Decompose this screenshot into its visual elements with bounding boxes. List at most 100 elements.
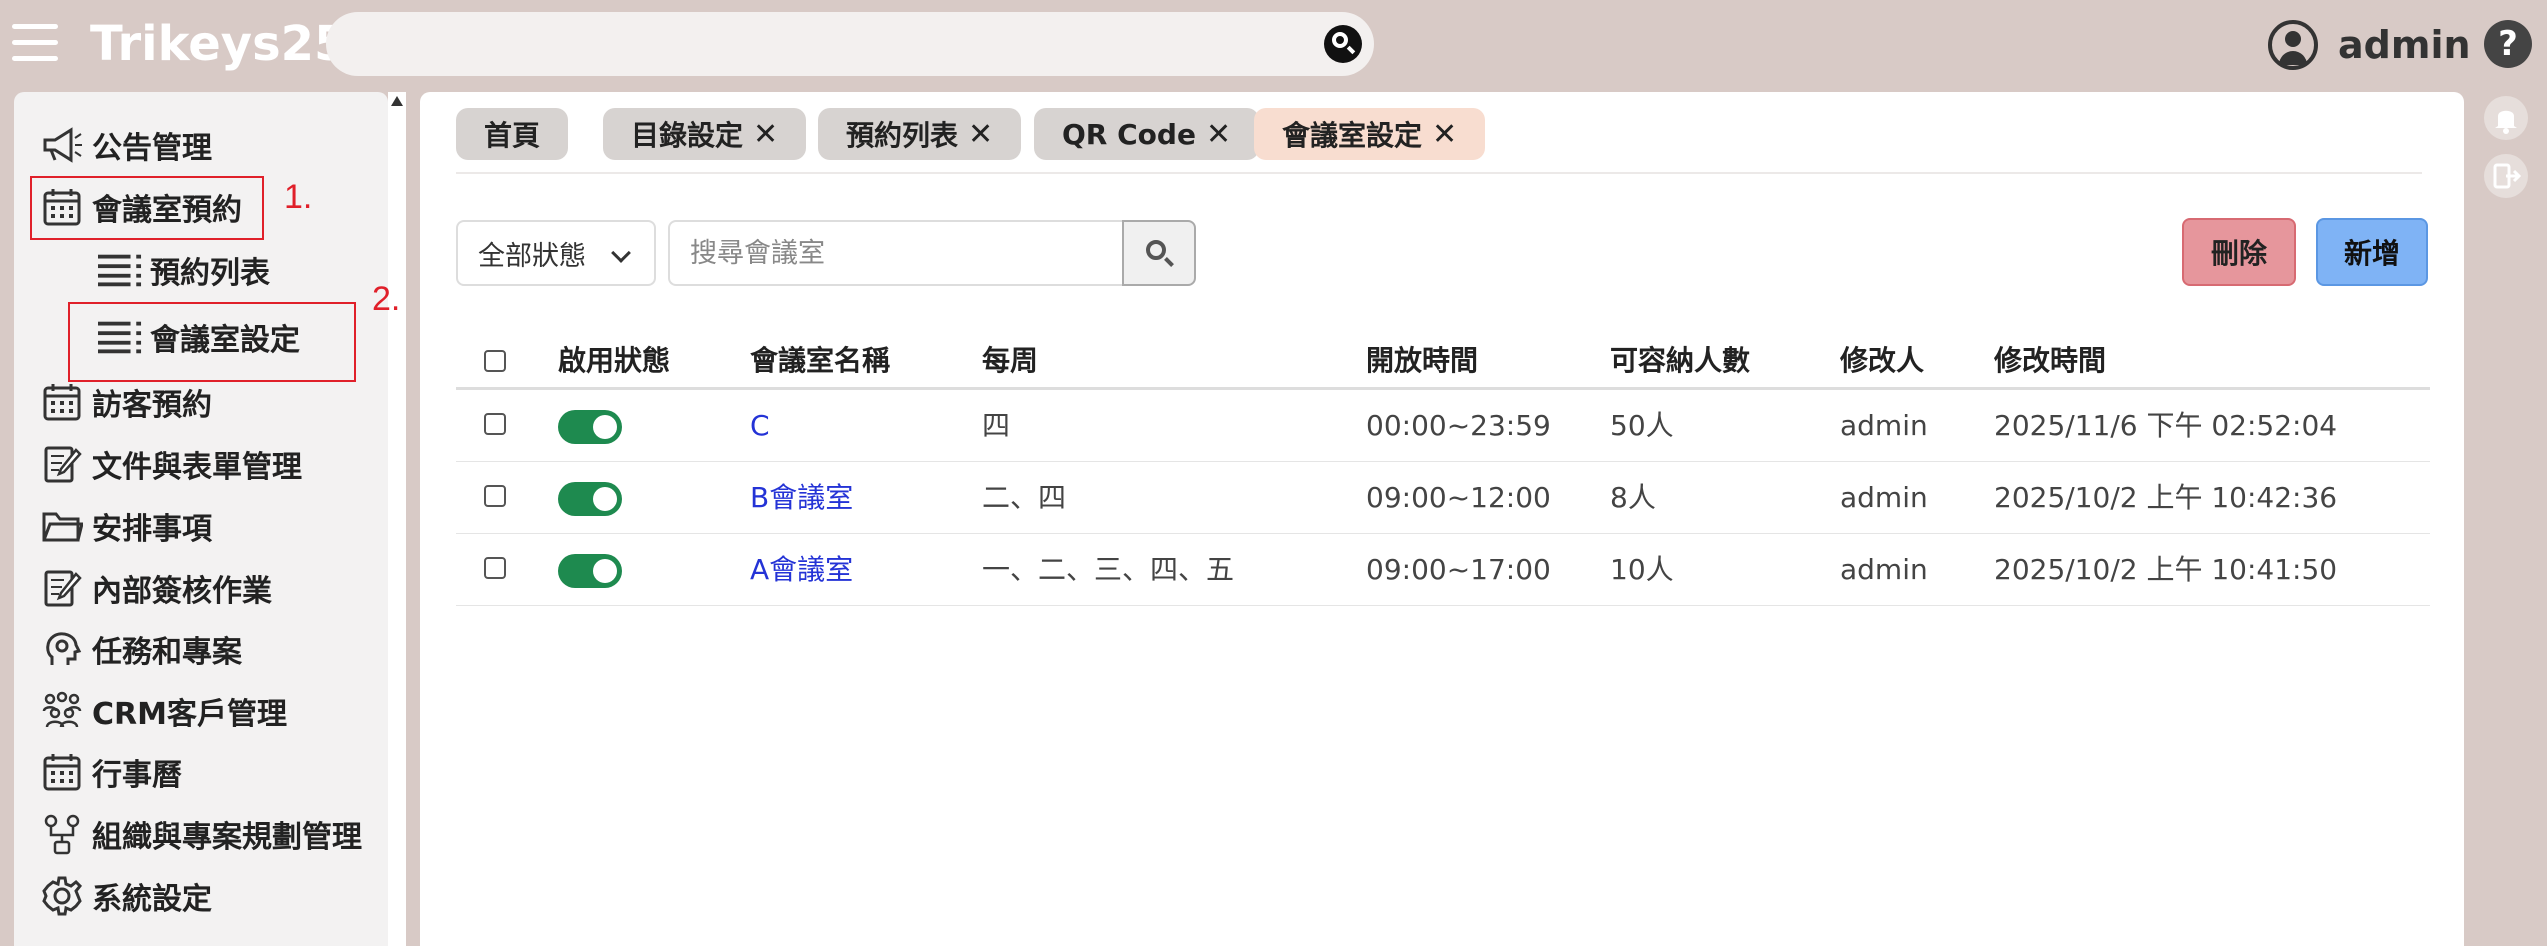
sidebar-item-scheduled-matters[interactable]: 安排事項 [40, 501, 212, 551]
sidebar-item-announcements[interactable]: 公告管理 [40, 120, 212, 170]
help-icon[interactable]: ? [2484, 20, 2532, 68]
modified-time-cell: 2025/11/6 下午 02:52:04 [1994, 409, 2338, 442]
tab-directory-settings[interactable]: 目錄設定 ✕ [603, 108, 807, 160]
sidebar-item-label: 會議室設定 [150, 323, 300, 358]
column-header-modified-time[interactable]: 修改時間 [1994, 332, 2106, 390]
enable-toggle[interactable] [558, 482, 622, 516]
global-search-bar[interactable] [326, 12, 1374, 76]
user-name[interactable]: admin [2338, 23, 2471, 67]
list-icon [98, 248, 142, 292]
weekdays-cell: 一、二、三、四、五 [982, 553, 1235, 586]
enable-toggle[interactable] [558, 410, 622, 444]
sidebar-item-tasks-projects[interactable]: 任務和專案 [40, 624, 242, 674]
sidebar-item-label: CRM客戶管理 [92, 697, 287, 732]
tab-qr-code[interactable]: QR Code ✕ [1034, 108, 1260, 160]
logout-icon[interactable] [2484, 154, 2528, 198]
search-button[interactable] [1122, 220, 1196, 286]
global-search-input[interactable] [350, 22, 1290, 66]
modifier-cell: admin [1840, 481, 1928, 514]
tab-label: 會議室設定 [1282, 119, 1423, 152]
modified-time-cell: 2025/10/2 上午 10:42:36 [1994, 481, 2338, 514]
capacity-cell: 8人 [1610, 481, 1656, 514]
user-menu[interactable]: admin [2268, 18, 2471, 72]
calendar-icon [40, 750, 84, 794]
sidebar-item-label: 內部簽核作業 [92, 574, 272, 609]
room-name-link[interactable]: A會議室 [750, 534, 853, 606]
people-icon [40, 689, 84, 733]
sidebar-item-booking-list[interactable]: 預約列表 [98, 245, 270, 295]
tab-label: 預約列表 [846, 119, 959, 152]
room-name-link[interactable]: C [750, 390, 770, 462]
row-checkbox[interactable] [484, 557, 506, 579]
room-search-input[interactable] [668, 220, 1124, 286]
sidebar-item-system-settings[interactable]: 系統設定 [40, 871, 212, 921]
close-icon[interactable]: ✕ [968, 117, 993, 152]
close-icon[interactable]: ✕ [1432, 117, 1457, 152]
gear-icon [40, 874, 84, 918]
sidebar-item-label: 任務和專案 [92, 635, 242, 670]
column-header-status[interactable]: 啟用狀態 [558, 332, 670, 390]
tab-label: 目錄設定 [631, 119, 744, 152]
sidebar-item-visitor-booking[interactable]: 訪客預約 [40, 377, 212, 427]
sidebar-item-label: 預約列表 [150, 256, 270, 291]
add-button[interactable]: 新增 [2316, 218, 2428, 286]
sidebar-item-meeting-room-booking[interactable]: 會議室預約 [40, 182, 242, 232]
tab-booking-list[interactable]: 預約列表 ✕ [818, 108, 1022, 160]
column-header-modifier[interactable]: 修改人 [1840, 332, 1924, 390]
close-icon[interactable]: ✕ [1206, 117, 1231, 152]
capacity-cell: 10人 [1610, 553, 1674, 586]
sidebar-item-label: 訪客預約 [92, 388, 212, 423]
sidebar-item-crm[interactable]: CRM客戶管理 [40, 686, 287, 736]
sidebar-item-label: 組織與專案規劃管理 [92, 820, 362, 855]
select-all-checkbox[interactable] [484, 350, 506, 372]
annotation-number-1: 1. [284, 178, 313, 216]
edit-document-icon [40, 442, 84, 486]
org-chart-icon [40, 812, 84, 856]
sidebar-item-documents-forms[interactable]: 文件與表單管理 [40, 439, 302, 489]
tab-home[interactable]: 首頁 [456, 108, 569, 160]
room-name-link[interactable]: B會議室 [750, 462, 853, 534]
annotation-number-2: 2. [372, 280, 401, 318]
sidebar-item-label: 系統設定 [92, 882, 212, 917]
sidebar-item-calendar[interactable]: 行事曆 [40, 747, 182, 797]
tab-label: QR Code [1062, 117, 1196, 151]
status-filter-select[interactable]: 全部狀態 [456, 220, 656, 286]
sidebar-item-meeting-room-settings[interactable]: 會議室設定 [98, 312, 300, 362]
column-header-weekdays[interactable]: 每周 [982, 332, 1038, 390]
table-row: C 四 00:00~23:59 50人 admin 2025/11/6 下午 0… [456, 390, 2430, 462]
weekdays-cell: 四 [982, 409, 1011, 442]
top-header: Trikeys25 admin ? [0, 0, 2547, 88]
close-icon[interactable]: ✕ [753, 117, 778, 152]
hours-cell: 09:00~17:00 [1366, 553, 1551, 586]
column-header-capacity[interactable]: 可容納人數 [1610, 332, 1750, 390]
scroll-up-arrow-icon[interactable] [391, 96, 403, 106]
delete-button[interactable]: 刪除 [2182, 218, 2296, 286]
hamburger-menu-icon[interactable] [12, 24, 58, 64]
sidebar-item-label: 安排事項 [92, 512, 212, 547]
chevron-down-icon [611, 243, 631, 263]
folder-icon [40, 504, 84, 548]
sidebar-item-internal-approval[interactable]: 內部簽核作業 [40, 563, 272, 613]
tab-divider [456, 172, 2422, 174]
sidebar-scrollbar[interactable] [388, 92, 406, 946]
user-avatar-icon[interactable] [2268, 20, 2318, 70]
weekdays-cell: 二、四 [982, 481, 1067, 514]
list-icon [98, 315, 142, 359]
tab-label: 首頁 [484, 119, 541, 152]
row-checkbox[interactable] [484, 413, 506, 435]
modified-time-cell: 2025/10/2 上午 10:41:50 [1994, 553, 2338, 586]
row-checkbox[interactable] [484, 485, 506, 507]
status-filter-value: 全部狀態 [478, 240, 586, 272]
modifier-cell: admin [1840, 409, 1928, 442]
table-row: B會議室 二、四 09:00~12:00 8人 admin 2025/10/2 … [456, 462, 2430, 534]
hours-cell: 09:00~12:00 [1366, 481, 1551, 514]
column-header-hours[interactable]: 開放時間 [1366, 332, 1478, 390]
sidebar-item-label: 公告管理 [92, 131, 212, 166]
sidebar-item-org-project-planning[interactable]: 組織與專案規劃管理 [40, 809, 362, 859]
search-icon[interactable] [1324, 25, 1362, 63]
column-header-name[interactable]: 會議室名稱 [750, 332, 890, 390]
tab-meeting-room-settings[interactable]: 會議室設定 ✕ [1254, 108, 1486, 160]
bell-icon[interactable] [2484, 96, 2528, 140]
enable-toggle[interactable] [558, 554, 622, 588]
megaphone-icon [40, 123, 84, 167]
